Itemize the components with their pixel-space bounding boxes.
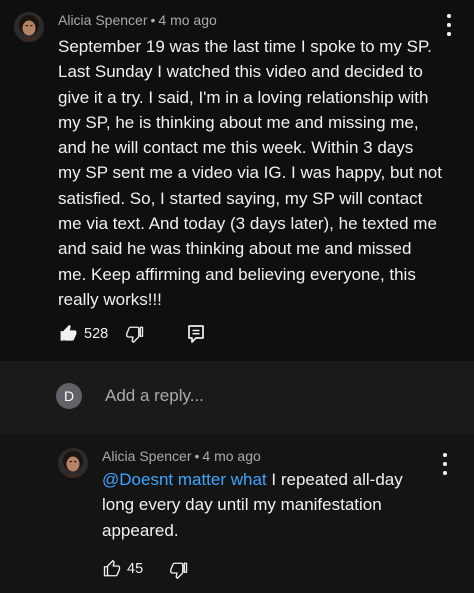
thumbs-down-icon [126,326,144,343]
reply-input[interactable]: Add a reply... [105,386,204,406]
comment-avatar[interactable] [14,12,44,42]
comment-line: and said he was thinking about me and mi… [58,239,412,259]
reply-more-button[interactable] [437,453,453,475]
reply-time: 4 mo ago [202,448,261,464]
reply-avatar[interactable] [58,448,88,478]
reply-author[interactable]: Alicia Spencer [102,448,192,464]
comment-dislike-button[interactable] [126,325,144,343]
comment-reply-button[interactable] [187,324,205,344]
comment-like-button[interactable]: 528 [59,324,108,343]
comment-line: me. Keep affirming and believing everyon… [58,264,416,284]
comment-line: satisfied. So, I started saying, my SP w… [58,188,423,208]
more-vert-icon [447,14,451,18]
comment-like-count: 528 [84,325,109,342]
reply-icon [188,325,204,343]
reply-dislike-button[interactable] [170,561,188,579]
reply-mention-link[interactable]: @Doesnt matter what [102,470,267,489]
reply-like-count: 45 [127,561,144,577]
comment-meta: Alicia Spencer • 4 mo ago [58,12,217,28]
reply-line: appeared. [102,520,179,540]
thumbs-up-outline-icon [103,560,121,577]
comment-body: September 19 was the last time I spoke t… [58,34,442,312]
meta-separator: • [194,448,200,464]
comment-more-button[interactable] [441,14,457,36]
avatar-photo [58,448,88,478]
comment-line: me via text. And today (3 days later), h… [58,214,437,234]
more-vert-icon [443,453,447,457]
comment-line: my SP sent me a video via IG. I was happ… [58,163,442,183]
reply-like-button[interactable]: 45 [103,560,143,578]
thumbs-up-filled-icon [60,324,77,341]
comment-line: really works!!! [58,289,162,309]
comment-line: give it a try. I said, I'm in a loving r… [58,87,429,107]
reply-body: @Doesnt matter what I repeated all-day l… [102,467,403,543]
comment-line: my SP, he is thinking about me and missi… [58,112,419,132]
reply-line: long every day until my manifestation [102,495,382,515]
comment-time: 4 mo ago [158,12,217,28]
reply-meta: Alicia Spencer • 4 mo ago [102,448,261,464]
avatar-photo [14,12,44,42]
meta-separator: • [150,12,156,28]
current-user-avatar: D [56,383,82,409]
comment-author[interactable]: Alicia Spencer [58,12,148,28]
comment-line: Last Sunday I watched this video and dec… [58,62,423,82]
comment-line: and he will contact me this week. Within… [58,138,414,158]
comment-line: September 19 was the last time I spoke t… [58,37,432,56]
reply-line-text: I repeated all-day [271,470,403,489]
reply-line: @Doesnt matter what I repeated all-day [102,467,403,492]
thumbs-down-icon [170,562,188,579]
